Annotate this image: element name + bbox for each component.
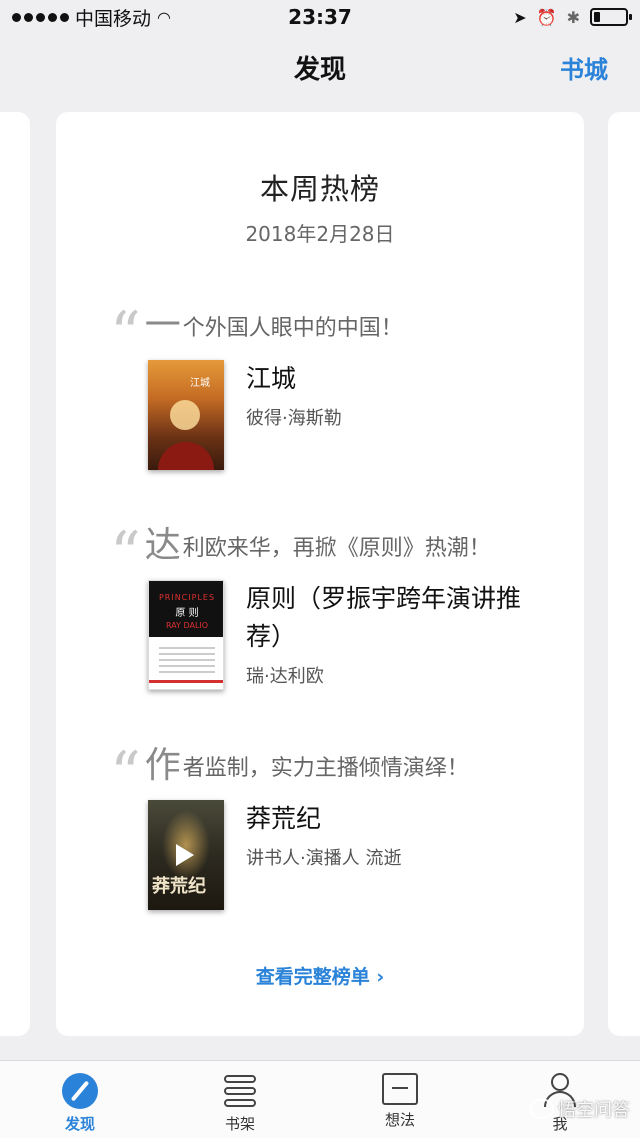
book-author: 讲书人·演播人 流逝 <box>246 848 402 869</box>
book-title[interactable]: 莽荒纪 <box>246 800 546 838</box>
book-title[interactable]: 江城 <box>246 360 546 398</box>
bookshelf-icon <box>222 1073 258 1109</box>
quote-first-char: 作 <box>144 745 181 786</box>
quote-text: 者监制，实力主播倾情演绎！ <box>182 756 469 781</box>
section-quote: “ 达 利欧来华，再掀《原则》热潮！ <box>110 519 550 589</box>
quote-icon: “ <box>110 299 141 369</box>
status-left: 中国移动 ◠ <box>12 4 232 31</box>
battery-icon <box>590 8 632 26</box>
chat-bubble-icon <box>530 1099 554 1119</box>
status-time: 23:37 <box>288 5 352 29</box>
previous-card[interactable] <box>0 112 30 1036</box>
book-info: 莽荒纪 讲书人·演播人 流逝 <box>246 800 546 910</box>
ranking-section: “ 作 者监制，实力主播倾情演绎！ 莽荒纪 莽荒纪 讲书人·演播人 流逝 <box>110 739 550 910</box>
quote-text: 利欧来华，再掀《原则》热潮！ <box>182 536 491 561</box>
cover-author: RAY DALIO <box>165 621 209 630</box>
manghuang-cover[interactable]: 莽荒纪 <box>148 800 224 910</box>
book-title[interactable]: 原则（罗振宇跨年演讲推荐） <box>246 580 546 656</box>
cover-title: 江城 <box>190 378 210 389</box>
jiangcheng-cover[interactable]: 江城 <box>148 360 224 470</box>
watermark: 悟空问答 <box>530 1096 630 1122</box>
next-card[interactable] <box>608 112 640 1036</box>
tab-label: 发现 <box>64 1115 95 1133</box>
status-bar: 中国移动 ◠ 23:37 ➤ ⏰ ✱ <box>0 0 640 34</box>
compass-icon <box>62 1073 98 1109</box>
bookstore-link[interactable]: 书城 <box>560 50 608 85</box>
idea-icon <box>382 1073 418 1105</box>
tab-label: 书架 <box>224 1115 255 1133</box>
tab-bookshelf[interactable]: 书架 <box>160 1061 320 1138</box>
nav-bar: 发现 书城 <box>0 34 640 100</box>
play-icon[interactable] <box>176 844 194 866</box>
card-date: 2018年2月28日 <box>245 222 395 246</box>
section-quote: “ 作 者监制，实力主播倾情演绎！ <box>110 739 550 809</box>
card-title: 本周热榜 <box>259 172 380 206</box>
view-full-list-link[interactable]: 查看完整榜单 › <box>56 962 584 989</box>
battery-fill <box>594 12 600 22</box>
cover-title: 莽荒纪 <box>152 876 206 897</box>
book-info: 江城 彼得·海斯勒 <box>246 360 546 470</box>
tab-discover[interactable]: 发现 <box>0 1061 160 1138</box>
ranking-section: “ 一 个外国人眼中的中国！ 江城 江城 彼得·海斯勒 <box>110 299 550 470</box>
ranking-section: “ 达 利欧来华，再掀《原则》热潮！ PRINCIPLES 原 则 RAY DA… <box>110 519 550 690</box>
quote-text: 个外国人眼中的中国！ <box>182 316 403 341</box>
location-icon: ➤ <box>513 7 527 27</box>
alarm-icon: ⏰ <box>536 7 557 27</box>
principles-cover[interactable]: PRINCIPLES 原 则 RAY DALIO <box>148 580 224 690</box>
tab-ideas[interactable]: 想法 <box>320 1061 480 1138</box>
quote-first-char: 达 <box>144 525 181 566</box>
signal-icon <box>12 12 69 22</box>
carrier-label: 中国移动 <box>75 7 152 30</box>
book-item[interactable]: 莽荒纪 莽荒纪 讲书人·演播人 流逝 <box>148 800 546 910</box>
quote-first-char: 一 <box>144 305 181 346</box>
book-item[interactable]: PRINCIPLES 原 则 RAY DALIO 原则（罗振宇跨年演讲推荐） 瑞… <box>148 580 546 690</box>
wifi-icon: ◠ <box>157 7 171 27</box>
tab-label: 想法 <box>384 1111 415 1129</box>
section-quote: “ 一 个外国人眼中的中国！ <box>110 299 550 369</box>
status-right: ➤ ⏰ ✱ <box>408 7 632 27</box>
cover-title-en: PRINCIPLES <box>158 593 216 602</box>
book-item[interactable]: 江城 江城 彼得·海斯勒 <box>148 360 546 470</box>
weekly-hot-card[interactable]: 本周热榜 2018年2月28日 “ 一 个外国人眼中的中国！ 江城 江城 彼得·… <box>56 112 584 1036</box>
bluetooth-icon: ✱ <box>566 7 580 27</box>
cover-title-cn: 原 则 <box>175 608 199 619</box>
book-author: 瑞·达利欧 <box>246 666 324 687</box>
quote-icon: “ <box>110 739 141 809</box>
page-title: 发现 <box>293 54 346 85</box>
book-author: 彼得·海斯勒 <box>246 408 342 429</box>
watermark-text: 悟空问答 <box>558 1100 630 1121</box>
book-info: 原则（罗振宇跨年演讲推荐） 瑞·达利欧 <box>246 580 546 690</box>
quote-icon: “ <box>110 519 141 589</box>
